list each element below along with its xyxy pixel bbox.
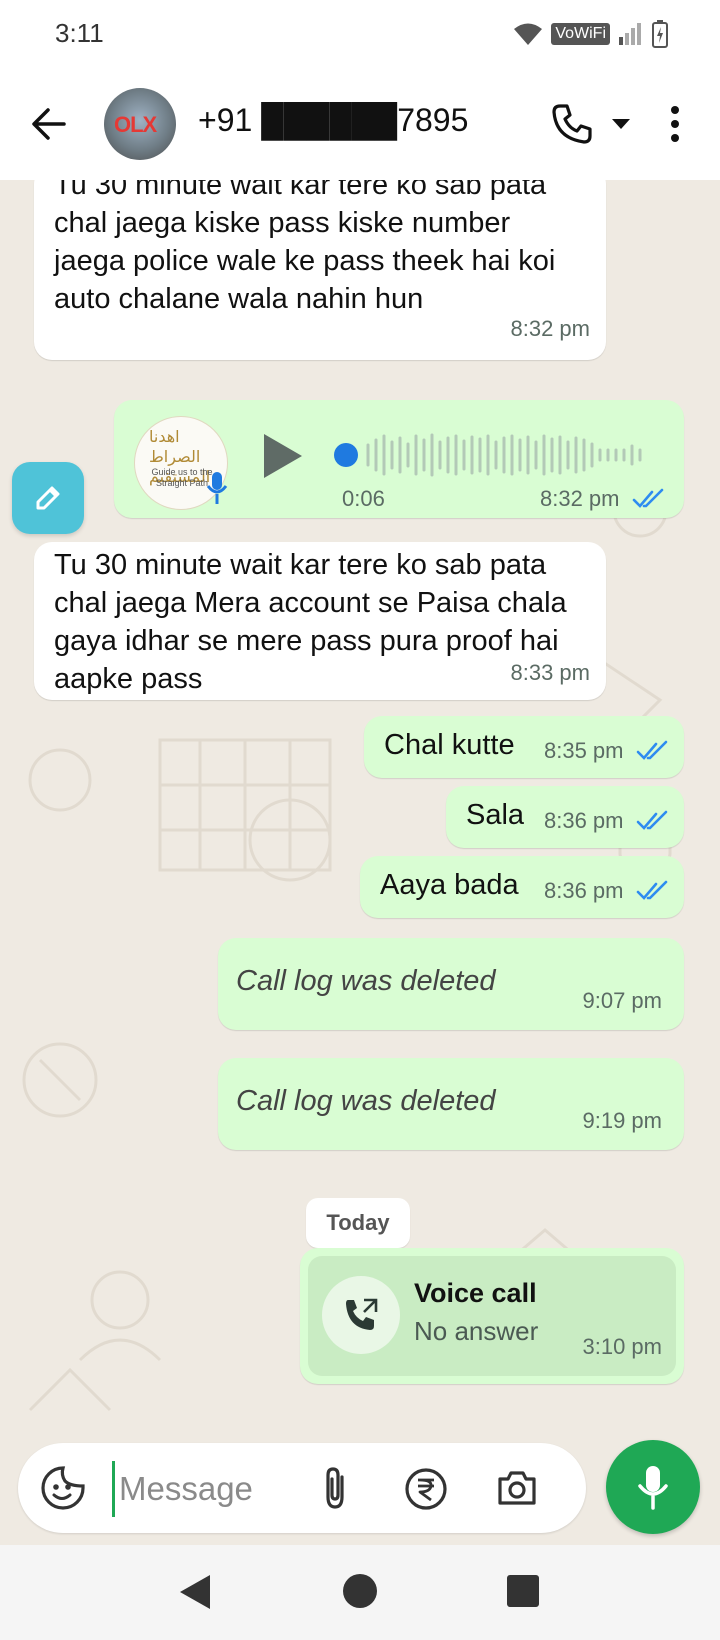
- message-outgoing-2[interactable]: Sala 8:36 pm: [446, 786, 684, 848]
- nav-home-icon[interactable]: [342, 1573, 378, 1609]
- voice-waveform[interactable]: [334, 430, 674, 480]
- message-time: 3:10 pm: [582, 1334, 663, 1359]
- message-incoming-1[interactable]: Tu 30 minute wait kar tere ko sab pata c…: [34, 180, 606, 360]
- mic-icon: [638, 1466, 668, 1510]
- deleted-text: Call log was deleted: [236, 1085, 496, 1117]
- message-time: 8:32 pm: [510, 316, 591, 341]
- play-icon[interactable]: [262, 432, 304, 480]
- chevron-down-icon[interactable]: [610, 116, 632, 132]
- message-incoming-2[interactable]: Tu 30 minute wait kar tere ko sab pata c…: [34, 542, 606, 700]
- message-time: 8:35 pm: [544, 738, 624, 763]
- system-navbar: [0, 1545, 720, 1640]
- deleted-call-log-1[interactable]: Call log was deleted 9:07 pm: [218, 938, 684, 1030]
- contact-name[interactable]: +91 ██████7895: [198, 102, 468, 139]
- message-text: Aaya bada: [380, 869, 519, 901]
- camera-icon[interactable]: [496, 1467, 538, 1507]
- voice-message[interactable]: اهدنا الصراط المستقيم Guide us to the St…: [114, 400, 684, 518]
- message-outgoing-3[interactable]: Aaya bada 8:36 pm: [360, 856, 684, 918]
- missed-call-icon: [346, 1298, 378, 1330]
- sticker-icon[interactable]: [40, 1465, 86, 1511]
- message-composer: [18, 1443, 586, 1533]
- read-ticks-icon: [632, 488, 664, 508]
- message-text: Tu 30 minute wait kar tere ko sab pata c…: [54, 180, 556, 315]
- rupee-icon[interactable]: [404, 1467, 448, 1511]
- date-chip: Today: [306, 1198, 410, 1248]
- chat-header: OLX +91 ██████7895: [0, 72, 720, 181]
- call-card[interactable]: Voice call No answer 3:10 pm: [308, 1256, 676, 1376]
- contact-name-text: +91 ██████7895: [198, 102, 469, 138]
- mic-record-button[interactable]: [606, 1440, 700, 1534]
- deleted-call-log-2[interactable]: Call log was deleted 9:19 pm: [218, 1058, 684, 1150]
- voice-call-message[interactable]: Voice call No answer 3:10 pm: [300, 1248, 684, 1384]
- read-ticks-icon: [636, 810, 668, 830]
- message-time: 9:07 pm: [582, 988, 663, 1013]
- pen-icon: [36, 486, 60, 510]
- message-text: Tu 30 minute wait kar tere ko sab pata c…: [54, 549, 567, 695]
- message-time: 8:33 pm: [510, 660, 591, 685]
- message-outgoing-1[interactable]: Chal kutte 8:35 pm: [364, 716, 684, 778]
- message-text: Chal kutte: [384, 729, 515, 761]
- back-arrow-icon[interactable]: [28, 102, 68, 146]
- message-time: 8:36 pm: [544, 878, 624, 903]
- voice-duration: 0:06: [342, 486, 385, 511]
- call-icon-circle: [322, 1276, 400, 1354]
- more-vert-icon[interactable]: [665, 102, 685, 146]
- mic-badge-icon: [206, 472, 228, 504]
- signal-icon: [619, 23, 641, 45]
- floating-edit-button[interactable]: [12, 462, 84, 534]
- wifi-icon: [514, 23, 543, 45]
- read-ticks-icon: [636, 880, 668, 900]
- avatar[interactable]: OLX: [104, 88, 176, 160]
- deleted-text: Call log was deleted: [236, 965, 496, 997]
- avatar-logo: OLX: [114, 112, 157, 137]
- message-time: 8:36 pm: [544, 808, 624, 833]
- message-input[interactable]: [112, 1461, 311, 1517]
- chat-area[interactable]: Tu 30 minute wait kar tere ko sab pata c…: [0, 180, 720, 1440]
- nav-recents-icon[interactable]: [506, 1574, 540, 1608]
- status-time: 3:11: [55, 18, 104, 48]
- call-subtitle: No answer: [414, 1316, 539, 1346]
- call-title: Voice call: [414, 1278, 537, 1308]
- status-icons: VoWiFi: [513, 20, 668, 48]
- attach-icon[interactable]: [320, 1465, 350, 1511]
- message-time: 9:19 pm: [582, 1108, 663, 1133]
- battery-icon: [652, 20, 668, 48]
- nav-back-icon[interactable]: [178, 1573, 212, 1611]
- phone-icon[interactable]: [550, 102, 594, 146]
- vowifi-label: VoWiFi: [551, 23, 610, 45]
- message-text: Sala: [466, 799, 525, 831]
- read-ticks-icon: [636, 740, 668, 760]
- status-bar: 3:11 VoWiFi: [0, 0, 720, 72]
- message-time: 8:32 pm: [540, 486, 620, 511]
